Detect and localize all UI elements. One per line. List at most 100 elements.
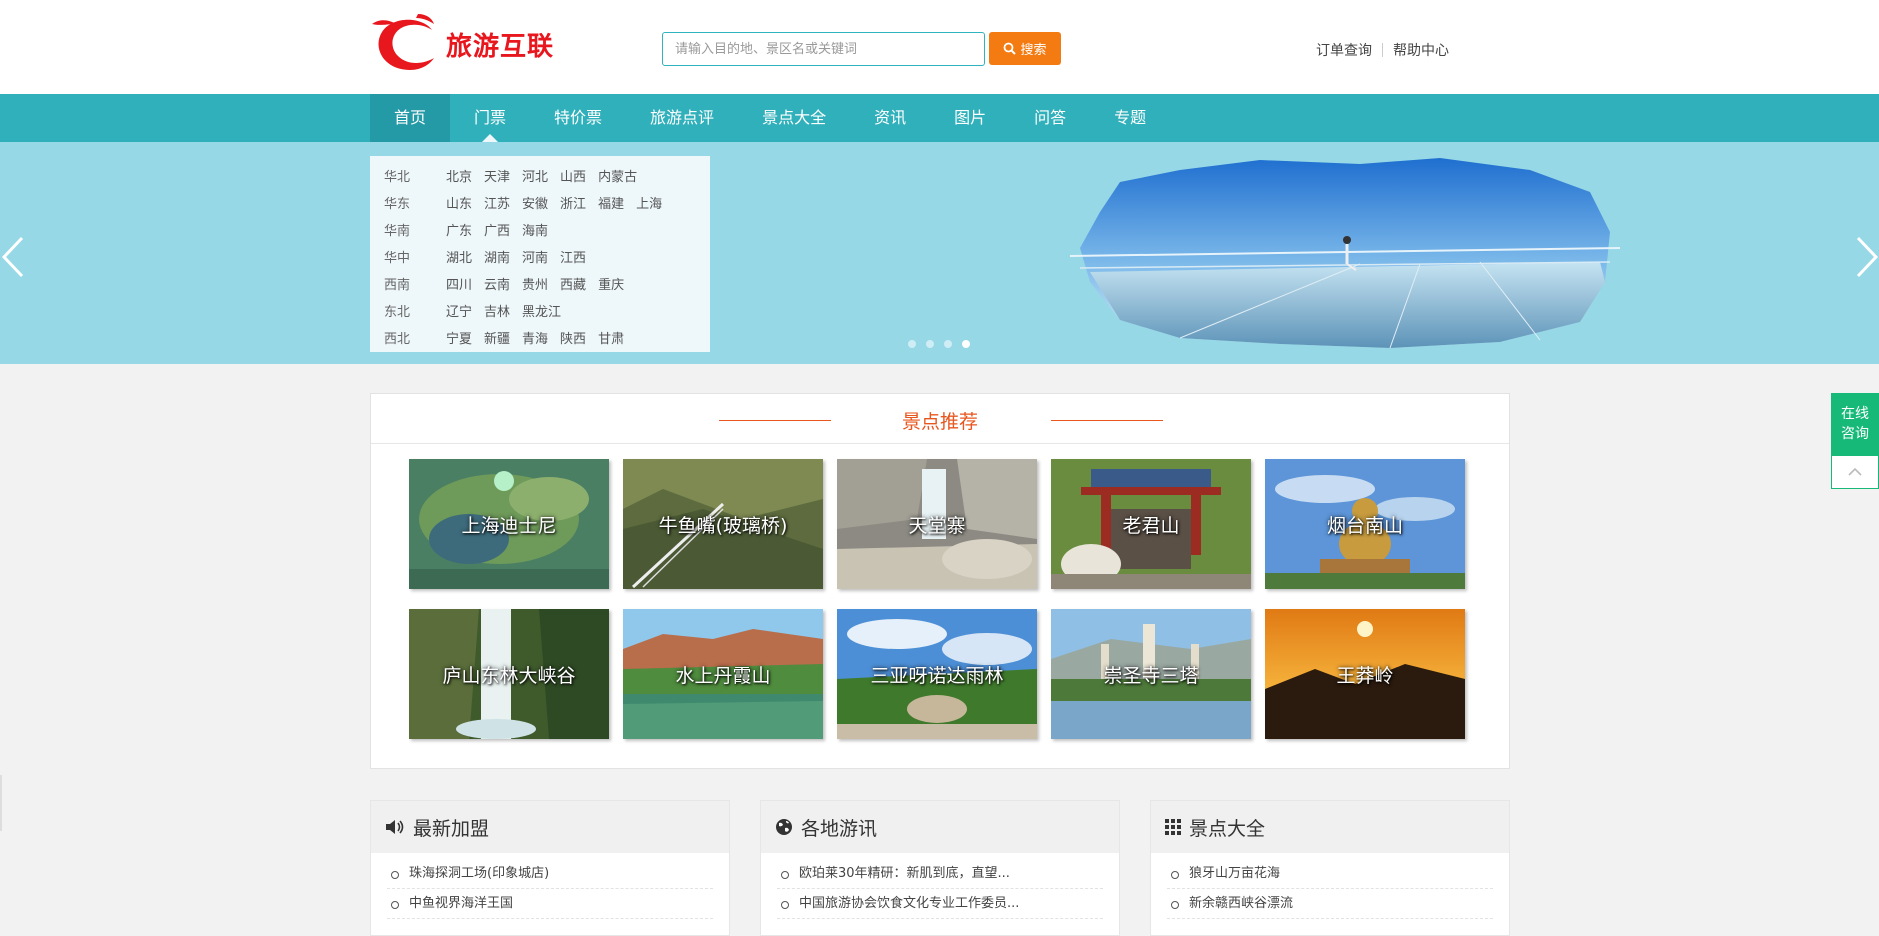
province-link[interactable]: 海南 [522, 218, 548, 245]
province-link[interactable]: 天津 [484, 164, 510, 191]
list-item-link[interactable]: 中国旅游协会饮食文化专业工作委员... [777, 889, 1103, 919]
list-item-link[interactable]: 中鱼视界海洋王国 [387, 889, 713, 919]
banner-prev-arrow[interactable] [0, 232, 30, 282]
province-link[interactable]: 山东 [446, 191, 472, 218]
province-link[interactable]: 云南 [484, 272, 510, 299]
province-link[interactable]: 宁夏 [446, 326, 472, 353]
hero-banner [0, 142, 1879, 364]
banner-dot[interactable] [944, 340, 952, 348]
panel-list: 欧珀莱30年精研：新肌到底，直望... 中国旅游协会饮食文化专业工作委员... [761, 859, 1119, 919]
panel-title: 最新加盟 [413, 817, 490, 840]
spot-card-lushan-donglin-canyon[interactable]: 庐山东林大峡谷 [409, 609, 609, 739]
spot-card-wangmangling[interactable]: 王莽岭 [1265, 609, 1465, 739]
region-row: 华南 广东 广西 海南 [384, 218, 710, 245]
nav-item-qa[interactable]: 问答 [1010, 94, 1090, 142]
region-row: 华中 湖北 湖南 河南 江西 [384, 245, 710, 272]
order-query-link[interactable]: 订单查询 [1306, 40, 1382, 60]
province-link[interactable]: 重庆 [598, 272, 624, 299]
region-name: 华中 [384, 251, 411, 266]
province-link[interactable]: 江西 [560, 245, 586, 272]
grid-icon [1165, 819, 1181, 835]
back-to-top-button[interactable] [1831, 455, 1879, 489]
province-link[interactable]: 湖北 [446, 245, 472, 272]
province-link[interactable]: 黑龙江 [522, 299, 561, 326]
spot-card-chongsheng-pagodas[interactable]: 崇圣寺三塔 [1051, 609, 1251, 739]
list-item-link[interactable]: 欧珀莱30年精研：新肌到底，直望... [777, 859, 1103, 889]
nav-item-news[interactable]: 资讯 [850, 94, 930, 142]
province-link[interactable]: 贵州 [522, 272, 548, 299]
section-title: 景点推荐 [901, 411, 978, 433]
spot-name: 庐山东林大峡谷 [442, 664, 576, 687]
province-link[interactable]: 广东 [446, 218, 472, 245]
banner-next-arrow[interactable] [1850, 232, 1879, 282]
nav-item-attractions[interactable]: 景点大全 [738, 94, 850, 142]
province-link[interactable]: 北京 [446, 164, 472, 191]
chevron-up-icon [1848, 467, 1862, 476]
list-item-link[interactable]: 狼牙山万亩花海 [1167, 859, 1493, 889]
panel-list: 珠海探洞工场(印象城店) 中鱼视界海洋王国 [371, 859, 729, 919]
section-header: 景点推荐 [371, 394, 1509, 444]
spot-card-tiantangzhai[interactable]: 天堂寨 [837, 459, 1037, 589]
list-item-link[interactable]: 珠海探洞工场(印象城店) [387, 859, 713, 889]
logo-text: 旅游互联 [446, 32, 555, 62]
province-link[interactable]: 新疆 [484, 326, 510, 353]
spot-card-shanghai-disney[interactable]: 上海迪士尼 [409, 459, 609, 589]
online-consult-button[interactable]: 在线 咨询 [1831, 393, 1879, 455]
spot-name: 牛鱼嘴(玻璃桥) [658, 514, 788, 537]
province-link[interactable]: 内蒙古 [598, 164, 637, 191]
panel-header: 各地游讯 [761, 801, 1119, 853]
province-link[interactable]: 河北 [522, 164, 548, 191]
spot-card-laojunshan[interactable]: 老君山 [1051, 459, 1251, 589]
province-link[interactable]: 甘肃 [598, 326, 624, 353]
province-link[interactable]: 青海 [522, 326, 548, 353]
search-input[interactable] [662, 32, 985, 66]
nav-item-topics[interactable]: 专题 [1090, 94, 1170, 142]
nav-item-travel-reviews[interactable]: 旅游点评 [626, 94, 738, 142]
region-name: 西北 [384, 332, 411, 347]
province-link[interactable]: 西藏 [560, 272, 586, 299]
nav-item-home[interactable]: 首页 [370, 94, 451, 142]
search-button[interactable]: 搜索 [989, 32, 1061, 65]
site-logo[interactable]: 旅游互联 [370, 12, 553, 76]
banner-image[interactable] [1060, 152, 1620, 352]
province-link[interactable]: 吉林 [484, 299, 510, 326]
consult-label-line2: 咨询 [1841, 426, 1869, 442]
panel-title: 景点大全 [1189, 817, 1266, 840]
province-link[interactable]: 辽宁 [446, 299, 472, 326]
region-row: 东北 辽宁 吉林 黑龙江 [384, 299, 710, 326]
nav-item-tickets[interactable]: 门票 [450, 94, 530, 143]
region-row: 西北 宁夏 新疆 青海 陕西 甘肃 [384, 326, 710, 353]
province-link[interactable]: 山西 [560, 164, 586, 191]
province-link[interactable]: 江苏 [484, 191, 510, 218]
spot-name: 烟台南山 [1326, 514, 1403, 537]
spot-card-niuyuzui-glass-bridge[interactable]: 牛鱼嘴(玻璃桥) [623, 459, 823, 589]
spot-card-danxia-mountain[interactable]: 水上丹霞山 [623, 609, 823, 739]
nav-items: 首页 门票 特价票 旅游点评 景点大全 资讯 图片 问答 专题 [370, 94, 1170, 143]
globe-icon [776, 819, 792, 835]
nav-item-photos[interactable]: 图片 [930, 94, 1010, 142]
banner-dot-active[interactable] [962, 340, 970, 348]
region-row: 西南 四川 云南 贵州 西藏 重庆 [384, 272, 710, 299]
regional-news-panel: 各地游讯 欧珀莱30年精研：新肌到底，直望... 中国旅游协会饮食文化专业工作委… [760, 800, 1120, 936]
help-center-link[interactable]: 帮助中心 [1383, 40, 1459, 60]
spot-grid: 上海迪士尼 牛鱼嘴(玻璃桥) 天堂寨 老君山 烟台南山 庐山东林大峡谷 水上丹霞… [409, 459, 1465, 739]
province-link[interactable]: 四川 [446, 272, 472, 299]
province-link[interactable]: 陕西 [560, 326, 586, 353]
spot-card-yanoda-rainforest[interactable]: 三亚呀诺达雨林 [837, 609, 1037, 739]
panel-header: 景点大全 [1151, 801, 1509, 853]
province-link[interactable]: 浙江 [560, 191, 586, 218]
province-link[interactable]: 安徽 [522, 191, 548, 218]
province-link[interactable]: 广西 [484, 218, 510, 245]
title-decor-line [1051, 420, 1163, 421]
region-name: 东北 [384, 305, 411, 320]
spot-name: 水上丹霞山 [675, 664, 771, 687]
banner-dot[interactable] [908, 340, 916, 348]
nav-item-special-tickets[interactable]: 特价票 [530, 94, 626, 142]
banner-dot[interactable] [926, 340, 934, 348]
province-link[interactable]: 河南 [522, 245, 548, 272]
list-item-link[interactable]: 新余赣西峡谷漂流 [1167, 889, 1493, 919]
province-link[interactable]: 上海 [636, 191, 662, 218]
province-link[interactable]: 福建 [598, 191, 624, 218]
spot-card-yantai-nanshan[interactable]: 烟台南山 [1265, 459, 1465, 589]
province-link[interactable]: 湖南 [484, 245, 510, 272]
